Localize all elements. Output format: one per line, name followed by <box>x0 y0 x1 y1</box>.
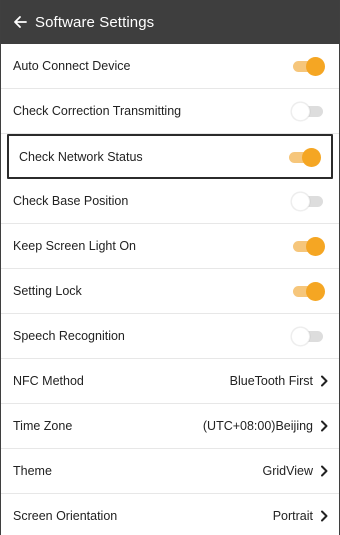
setting-check-correction-transmitting[interactable]: Check Correction Transmitting <box>1 89 339 134</box>
toggle-switch[interactable] <box>291 281 325 301</box>
setting-screen-orientation[interactable]: Screen Orientation Portrait <box>1 494 339 535</box>
setting-label: Auto Connect Device <box>13 59 131 73</box>
setting-label: Speech Recognition <box>13 329 125 343</box>
toggle-thumb <box>306 282 325 301</box>
toggle-switch[interactable] <box>287 147 321 167</box>
setting-label: Keep Screen Light On <box>13 239 136 253</box>
chevron-right-icon <box>319 375 329 387</box>
toggle-thumb <box>291 192 310 211</box>
setting-label: Time Zone <box>13 419 73 433</box>
setting-label: Screen Orientation <box>13 509 118 523</box>
chevron-right-icon <box>319 465 329 477</box>
setting-value: Portrait <box>272 509 313 523</box>
setting-check-network-status[interactable]: Check Network Status <box>7 134 333 179</box>
setting-speech-recognition[interactable]: Speech Recognition <box>1 314 339 359</box>
setting-nfc-method[interactable]: NFC Method BlueTooth First <box>1 359 339 404</box>
toggle-switch[interactable] <box>291 191 325 211</box>
setting-value-group: BlueTooth First <box>230 374 329 388</box>
settings-screen: Software Settings Auto Connect Device Ch… <box>0 0 340 535</box>
setting-value: (UTC+08:00)Beijing <box>202 419 313 433</box>
toggle-thumb <box>306 57 325 76</box>
chevron-right-icon <box>319 420 329 432</box>
setting-value-group: Portrait <box>273 509 329 523</box>
setting-value-group: GridView <box>263 464 329 478</box>
toggle-switch[interactable] <box>291 236 325 256</box>
page-title: Software Settings <box>35 13 155 31</box>
toggle-switch[interactable] <box>291 101 325 121</box>
setting-time-zone[interactable]: Time Zone (UTC+08:00)Beijing <box>1 404 339 449</box>
app-bar: Software Settings <box>1 0 339 44</box>
setting-value: GridView <box>262 464 313 478</box>
toggle-switch[interactable] <box>291 326 325 346</box>
chevron-right-icon <box>319 510 329 522</box>
setting-setting-lock[interactable]: Setting Lock <box>1 269 339 314</box>
setting-value-group: (UTC+08:00)Beijing <box>203 419 329 433</box>
setting-theme[interactable]: Theme GridView <box>1 449 339 494</box>
toggle-thumb <box>291 102 310 121</box>
settings-list: Auto Connect Device Check Correction Tra… <box>1 44 339 535</box>
setting-label: Check Network Status <box>19 149 143 164</box>
setting-keep-screen-light-on[interactable]: Keep Screen Light On <box>1 224 339 269</box>
toggle-thumb <box>306 237 325 256</box>
toggle-thumb <box>291 327 310 346</box>
toggle-switch[interactable] <box>291 56 325 76</box>
setting-check-base-position[interactable]: Check Base Position <box>1 179 339 224</box>
setting-label: NFC Method <box>13 374 84 388</box>
setting-value: BlueTooth First <box>229 374 313 388</box>
setting-label: Check Correction Transmitting <box>13 104 182 118</box>
setting-label: Setting Lock <box>13 284 82 298</box>
setting-auto-connect-device[interactable]: Auto Connect Device <box>1 44 339 89</box>
arrow-left-icon <box>14 16 27 28</box>
setting-label: Check Base Position <box>13 194 129 208</box>
setting-label: Theme <box>13 464 52 478</box>
back-button[interactable] <box>9 11 31 33</box>
toggle-thumb <box>302 147 321 167</box>
